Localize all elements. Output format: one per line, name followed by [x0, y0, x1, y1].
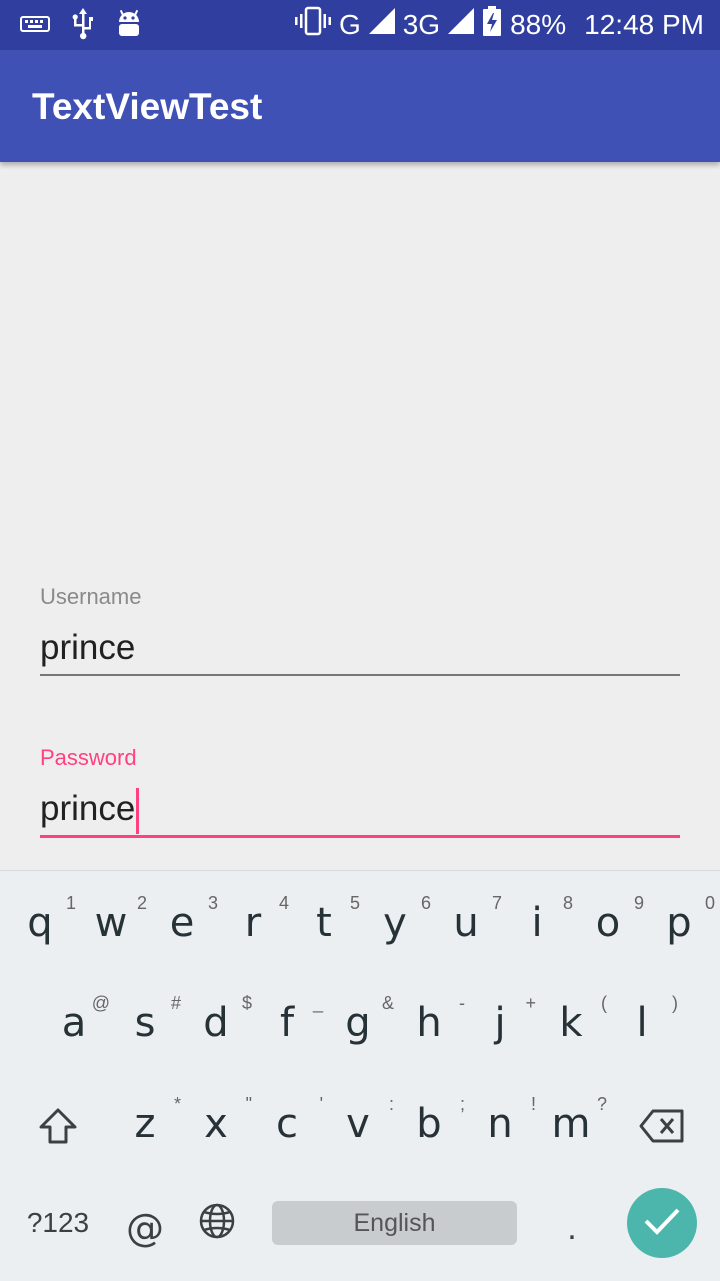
backspace-icon — [639, 1109, 685, 1148]
key-i[interactable]: i8 — [501, 873, 573, 973]
key-f[interactable]: f _ — [251, 973, 323, 1073]
key-label: w — [94, 900, 128, 946]
battery-percent: 88% — [510, 8, 567, 40]
network-g-label: G — [338, 8, 361, 40]
key-label: o — [595, 900, 621, 946]
key-label: m — [551, 1101, 591, 1147]
at-key[interactable]: @ — [118, 1193, 172, 1263]
key-label: q — [27, 900, 53, 946]
soft-keyboard: q1w2e3r4t5y6u7i8o9p0 a @ s # d $ f _ g & h - j + k(l) … — [0, 870, 720, 1281]
key-v[interactable]: v: — [322, 1074, 394, 1174]
key-a[interactable]: a @ — [38, 973, 110, 1073]
key-label: e — [169, 900, 195, 946]
key-t[interactable]: t5 — [288, 873, 360, 973]
key-y[interactable]: y6 — [359, 873, 431, 973]
key-label: n — [487, 1101, 513, 1147]
shift-icon — [38, 1107, 78, 1150]
shift-key[interactable] — [22, 1078, 94, 1178]
password-field[interactable]: Password prince — [40, 745, 680, 838]
usb-icon — [72, 8, 94, 45]
key-w[interactable]: w2 — [75, 873, 147, 973]
password-underline — [40, 835, 680, 838]
globe-icon — [198, 1202, 236, 1245]
android-icon — [116, 8, 142, 45]
key-r[interactable]: r4 — [217, 873, 289, 973]
key-label: j — [494, 1000, 506, 1046]
space-key[interactable]: English — [272, 1201, 517, 1245]
vibrate-icon — [294, 6, 331, 43]
key-n[interactable]: n! — [464, 1074, 536, 1174]
key-b[interactable]: b; — [393, 1074, 465, 1174]
signal-icon — [448, 8, 475, 41]
key-label: z — [134, 1101, 156, 1147]
symbols-key[interactable]: ?123 — [20, 1193, 96, 1253]
backspace-key[interactable] — [626, 1078, 698, 1178]
key-label: h — [416, 1000, 442, 1046]
key-c[interactable]: c ' — [251, 1074, 323, 1174]
key-d[interactable]: d $ — [180, 973, 252, 1073]
key-label: v — [346, 1101, 370, 1147]
key-label: s — [134, 1000, 156, 1046]
period-key[interactable]: . — [545, 1193, 599, 1263]
key-x[interactable]: x " — [180, 1074, 252, 1174]
key-label: x — [204, 1101, 228, 1147]
key-label: k — [559, 1000, 583, 1046]
username-label: Username — [40, 584, 142, 609]
key-label: c — [276, 1101, 298, 1147]
key-j[interactable]: j + — [464, 973, 536, 1073]
keyboard-icon — [20, 13, 50, 40]
key-o[interactable]: o9 — [572, 873, 644, 973]
key-label: u — [453, 900, 479, 946]
key-hint: 0 — [704, 893, 715, 913]
key-u[interactable]: u7 — [430, 873, 502, 973]
key-label: d — [203, 1000, 229, 1046]
key-label: y — [383, 900, 407, 946]
text-cursor — [136, 787, 140, 834]
enter-key[interactable] — [627, 1188, 697, 1258]
key-p[interactable]: p0 — [643, 873, 715, 973]
key-label: t — [316, 900, 332, 946]
key-label: l — [636, 1000, 648, 1046]
signal-icon — [368, 8, 395, 41]
checkmark-icon — [643, 1206, 681, 1241]
key-g[interactable]: g & — [322, 973, 394, 1073]
app-bar: TextViewTest — [0, 50, 720, 162]
password-label: Password — [40, 745, 137, 770]
key-label: p — [666, 900, 692, 946]
key-k[interactable]: k( — [535, 973, 607, 1073]
battery-charging-icon — [482, 6, 502, 43]
key-label: r — [244, 900, 262, 946]
key-h[interactable]: h- — [393, 973, 465, 1073]
key-e[interactable]: e3 — [146, 873, 218, 973]
key-l[interactable]: l) — [606, 973, 678, 1073]
key-hint: @ — [91, 993, 110, 1013]
key-label: a — [61, 1000, 87, 1046]
key-m[interactable]: m? — [535, 1074, 607, 1174]
language-key[interactable] — [190, 1193, 244, 1253]
network-3g-label: 3G — [402, 8, 441, 40]
password-input[interactable]: prince — [40, 787, 680, 834]
key-q[interactable]: q1 — [4, 873, 76, 973]
key-s[interactable]: s # — [109, 973, 181, 1073]
username-field[interactable]: Username prince — [40, 584, 680, 676]
clock: 12:48 PM — [584, 8, 704, 40]
key-hint: ? — [596, 1094, 607, 1114]
key-label: b — [416, 1101, 442, 1147]
password-value: prince — [40, 789, 136, 828]
username-underline — [40, 674, 680, 676]
key-label: g — [345, 1000, 371, 1046]
app-title: TextViewTest — [32, 86, 263, 127]
username-input[interactable]: prince — [40, 626, 680, 670]
key-label: f — [279, 1000, 295, 1046]
key-hint: ) — [672, 993, 678, 1013]
status-bar: G 3G 88% 12:48 PM — [0, 0, 720, 50]
key-z[interactable]: z * — [109, 1074, 182, 1174]
key-label: i — [531, 900, 543, 946]
